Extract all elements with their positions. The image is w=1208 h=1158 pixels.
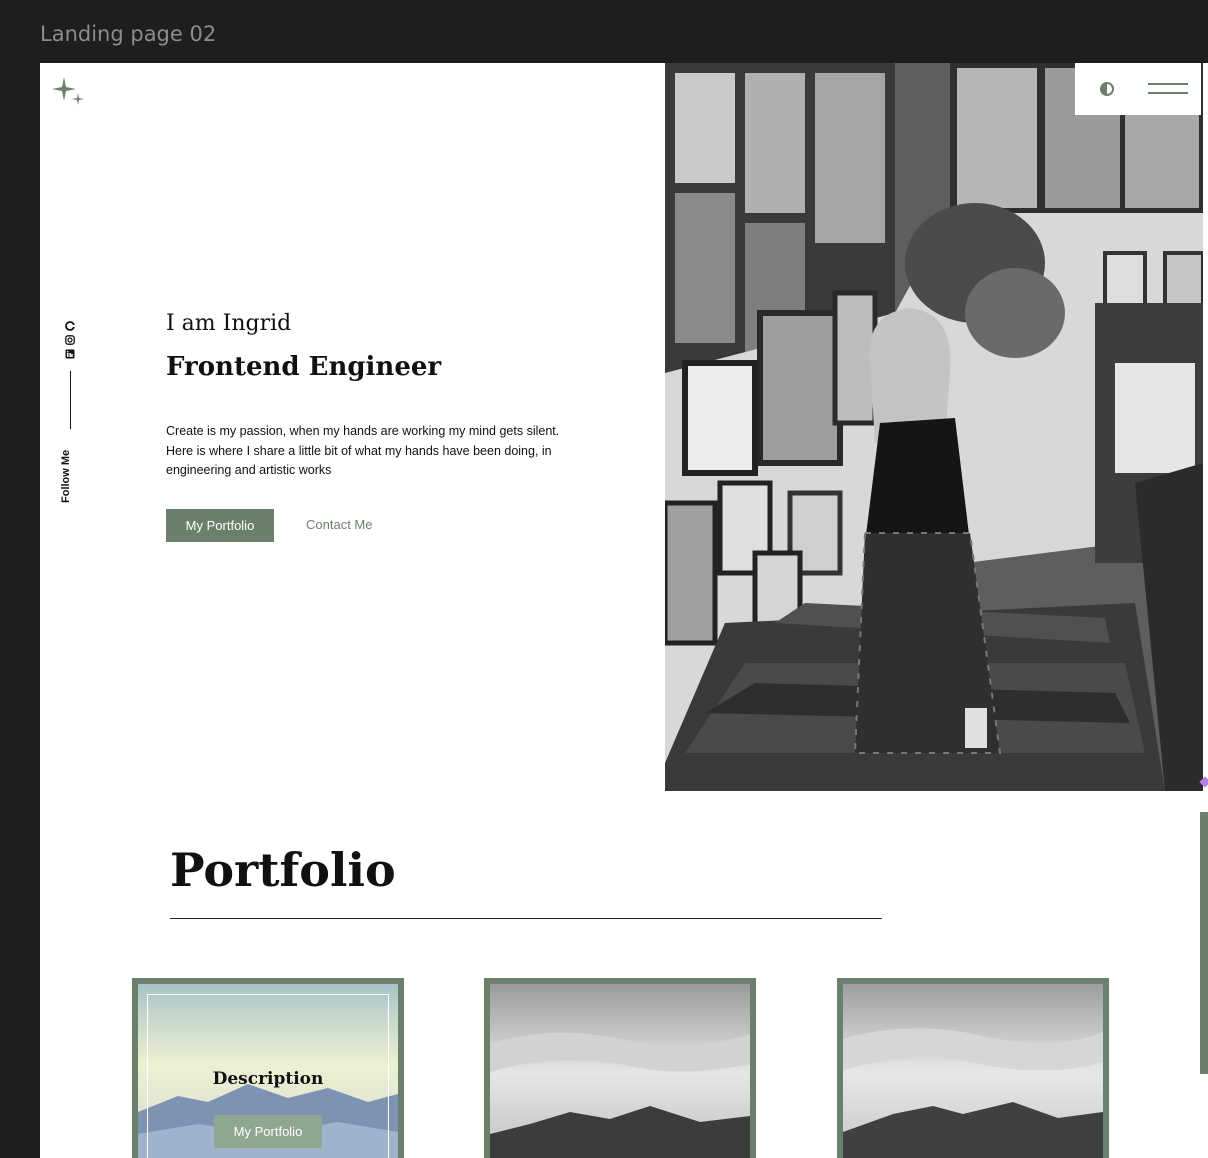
contact-me-button[interactable]: Contact Me xyxy=(306,517,372,532)
portfolio-card[interactable] xyxy=(484,978,756,1158)
portfolio-card[interactable]: Description My Portfolio xyxy=(132,978,404,1158)
hero-role: Frontend Engineer xyxy=(166,352,442,382)
adjacent-frame-edge xyxy=(1200,812,1208,1074)
frame-label: Landing page 02 xyxy=(40,22,217,46)
landing-page-canvas: Follow Me I am Ingrid Frontend Engineer … xyxy=(40,63,1208,1158)
linkedin-icon[interactable] xyxy=(65,349,75,359)
sparkle-logo-icon xyxy=(52,77,84,105)
my-portfolio-button[interactable]: My Portfolio xyxy=(166,509,274,542)
instagram-icon[interactable] xyxy=(65,335,75,345)
hero-bio: Create is my passion, when my hands are … xyxy=(166,424,560,477)
follow-me-label: Follow Me xyxy=(60,449,72,503)
menu-icon[interactable] xyxy=(1148,83,1188,95)
github-icon[interactable] xyxy=(65,321,75,331)
portfolio-card[interactable] xyxy=(837,978,1109,1158)
card-portfolio-button[interactable]: My Portfolio xyxy=(214,1115,322,1148)
hero-greeting: I am Ingrid xyxy=(166,311,292,336)
social-links xyxy=(63,321,77,429)
portfolio-title: Portfolio xyxy=(170,843,396,897)
theme-toggle-icon[interactable] xyxy=(1100,82,1114,96)
card-description: Description xyxy=(212,1069,324,1089)
portfolio-divider xyxy=(170,918,882,919)
header-actions xyxy=(1075,63,1201,115)
social-divider xyxy=(69,371,71,429)
hero-photo xyxy=(665,63,1203,791)
